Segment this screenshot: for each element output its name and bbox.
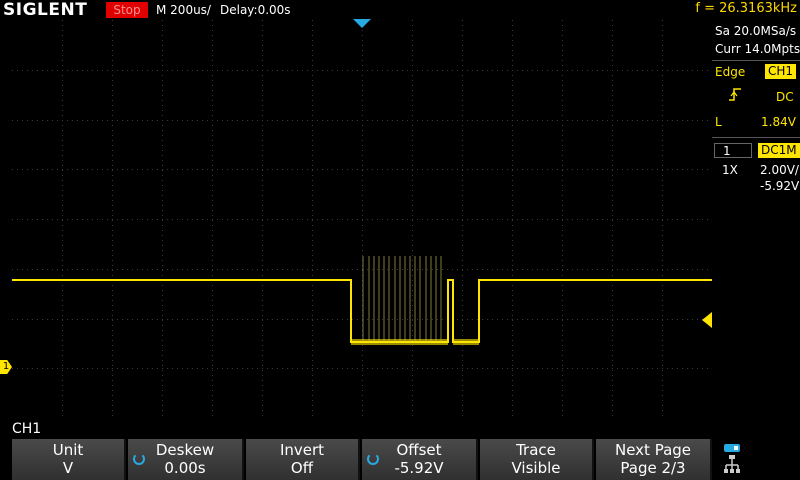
graticule <box>12 20 712 418</box>
delay-readout[interactable]: Delay:0.00s <box>220 2 291 18</box>
invert-softkey[interactable]: Invert Off <box>246 439 360 480</box>
softkey-title: Unit <box>52 441 84 459</box>
softkey-value: -5.92V <box>394 459 444 477</box>
softkey-bar: Unit V Deskew 0.00s Invert Off Offset -5… <box>0 439 800 480</box>
unit-softkey[interactable]: Unit V <box>12 439 126 480</box>
trigger-coupling: DC <box>776 90 794 104</box>
memory-depth-readout: Curr 14.0Mpts <box>715 42 800 56</box>
trigger-source-badge: CH1 <box>765 64 797 79</box>
softkey-value: 0.00s <box>164 459 206 477</box>
timebase-readout[interactable]: M 200us/ <box>156 2 211 18</box>
softkey-value: Off <box>290 459 314 477</box>
network-status-icon <box>724 444 740 473</box>
trace-softkey[interactable]: Trace Visible <box>480 439 594 480</box>
info-sidebar: Sa 20.0MSa/s Curr 14.0Mpts Edge CH1 DC L… <box>712 20 800 440</box>
waveform-display[interactable] <box>12 20 713 418</box>
softkey-value: Visible <box>511 459 561 477</box>
trigger-level-label: L <box>715 115 722 129</box>
top-status-bar: SIGLENT Stop M 200us/ Delay:0.00s f = 26… <box>0 0 800 20</box>
menu-channel-label: CH1 <box>12 421 42 437</box>
channel-coupling-badge: DC1M <box>758 143 800 158</box>
trigger-type: Edge <box>715 65 746 79</box>
next-page-softkey[interactable]: Next Page Page 2/3 <box>596 439 712 480</box>
softkey-title: Trace <box>516 441 556 459</box>
softkey-value: V <box>62 459 74 477</box>
ch1-trace-noise <box>351 339 448 345</box>
trigger-position-marker[interactable] <box>353 19 371 28</box>
ch1-trace-noise <box>453 339 479 345</box>
vertical-offset: -5.92V <box>760 179 800 193</box>
trigger-section[interactable] <box>712 60 800 61</box>
softkey-title: Offset <box>396 441 442 459</box>
softkey-value: Page 2/3 <box>620 459 686 477</box>
softkey-title: Invert <box>279 441 325 459</box>
sample-rate-readout: Sa 20.0MSa/s <box>715 24 797 38</box>
brand-logo: SIGLENT <box>3 0 88 20</box>
frequency-readout: f = 26.3163kHz <box>695 1 797 16</box>
run-stop-indicator[interactable]: Stop <box>106 2 148 18</box>
softkey-title: Deskew <box>155 441 215 459</box>
channel-section[interactable] <box>712 137 800 138</box>
channel-number: 1 <box>714 143 752 158</box>
vertical-scale: 2.00V/ <box>760 163 799 177</box>
rising-edge-icon <box>728 87 742 105</box>
probe-ratio: 1X <box>722 163 738 177</box>
trigger-level-value: 1.84V <box>761 115 796 129</box>
channel-offset-marker[interactable]: 1 <box>0 360 12 374</box>
deskew-softkey[interactable]: Deskew 0.00s <box>128 439 244 480</box>
softkey-title: Next Page <box>614 441 692 459</box>
trigger-level-marker[interactable] <box>702 312 712 328</box>
offset-softkey[interactable]: Offset -5.92V <box>362 439 478 480</box>
